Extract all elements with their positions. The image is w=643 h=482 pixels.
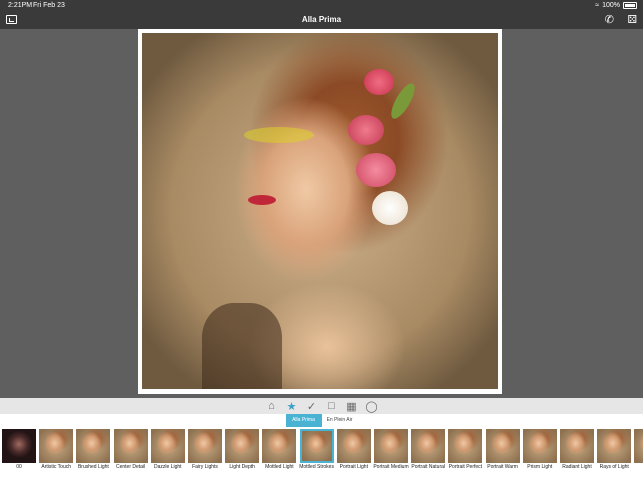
- filter-thumbnail[interactable]: [522, 429, 557, 463]
- painting-flower: [356, 153, 396, 187]
- filter-label: Artistic Touch: [41, 464, 72, 470]
- tool-bar: ⌂ ★ ✓ □ ▦ ◯: [0, 398, 643, 414]
- filter-thumbnail[interactable]: [336, 429, 371, 463]
- dice-icon[interactable]: ⚄: [627, 13, 637, 26]
- filter-thumbnail[interactable]: [411, 429, 446, 463]
- painting-shadow: [202, 303, 282, 389]
- filter-thumbnail[interactable]: [262, 429, 297, 463]
- painting-flower: [372, 191, 408, 225]
- page-title: Alla Prima: [301, 15, 342, 24]
- painting-eyeshadow: [244, 127, 314, 143]
- style-tabs: Alla Prima En Plein Air: [0, 414, 643, 427]
- filter-thumbnail[interactable]: [39, 429, 74, 463]
- phone-icon[interactable]: ✆: [605, 13, 614, 26]
- tab-en-plein-air[interactable]: En Plein Air: [322, 414, 358, 427]
- filter-label: Prism Light: [527, 464, 553, 470]
- filter-label: Portrait Warm: [487, 464, 518, 470]
- texture-icon[interactable]: ▦: [345, 399, 359, 413]
- status-bar: 2:21PM Fri Feb 23 ≈ 100%: [0, 0, 643, 12]
- painting-lips: [248, 195, 276, 205]
- tab-alla-prima[interactable]: Alla Prima: [285, 414, 322, 427]
- filter-label: Radiant Light: [562, 464, 592, 470]
- frame-icon[interactable]: □: [325, 399, 339, 413]
- filter-label: Portrait Perfect: [448, 464, 483, 470]
- status-time: 2:21PM: [8, 2, 33, 9]
- filter-strip[interactable]: 00 Artistic Touch Brushed Light Center Deta…: [0, 427, 643, 482]
- filter-label: 00: [16, 464, 22, 470]
- battery-icon: [623, 2, 637, 9]
- filter-label: Light Depth: [229, 464, 255, 470]
- filter-thumbnail[interactable]: [2, 429, 36, 463]
- filter-label: Dazzle Light: [154, 464, 182, 470]
- filter-label: Portrait Medium: [373, 464, 409, 470]
- filter-thumbnail[interactable]: [597, 429, 632, 463]
- battery-percent: 100%: [602, 2, 620, 9]
- filter-thumbnail[interactable]: [374, 429, 408, 463]
- filter-thumbnail[interactable]: [76, 429, 111, 463]
- wifi-icon: ≈: [595, 2, 600, 9]
- filter-label: Rays of Light: [599, 464, 629, 470]
- filter-thumbnail[interactable]: [188, 429, 222, 463]
- filter-thumbnail[interactable]: [150, 429, 185, 463]
- home-icon[interactable]: ⌂: [265, 399, 279, 413]
- filter-thumbnail[interactable]: [485, 429, 520, 463]
- status-right: ≈ 100%: [595, 2, 637, 9]
- filter-label: Center Detail: [116, 464, 146, 470]
- filter-thumbnail[interactable]: [299, 429, 334, 463]
- filter-thumbnail[interactable]: [560, 429, 594, 463]
- brush-icon[interactable]: ✓: [305, 399, 319, 413]
- filter-thumbnail[interactable]: [113, 429, 148, 463]
- filter-label: Mottled Light: [265, 464, 294, 470]
- canvas-frame: [138, 29, 502, 394]
- painting-image[interactable]: [142, 33, 498, 389]
- painting-flower: [348, 115, 384, 145]
- filter-thumbnail[interactable]: [634, 429, 643, 463]
- filter-label: R: [633, 464, 643, 470]
- filter-thumbnail[interactable]: [448, 429, 483, 463]
- painting-flower: [364, 69, 394, 95]
- lasso-icon[interactable]: ◯: [365, 399, 379, 413]
- filter-thumbnail[interactable]: [225, 429, 260, 463]
- nav-bar: Alla Prima ✆ ⚄: [0, 12, 643, 29]
- filter-label: Mottled Strokes: [299, 464, 334, 470]
- filter-label: Fairy Lights: [192, 464, 218, 470]
- filter-label: Portrait Natural: [411, 464, 445, 470]
- status-date: Fri Feb 23: [33, 2, 65, 9]
- star-icon[interactable]: ★: [285, 399, 299, 413]
- filter-label: Brushed Light: [77, 464, 109, 470]
- filter-label: Portrait Light: [339, 464, 368, 470]
